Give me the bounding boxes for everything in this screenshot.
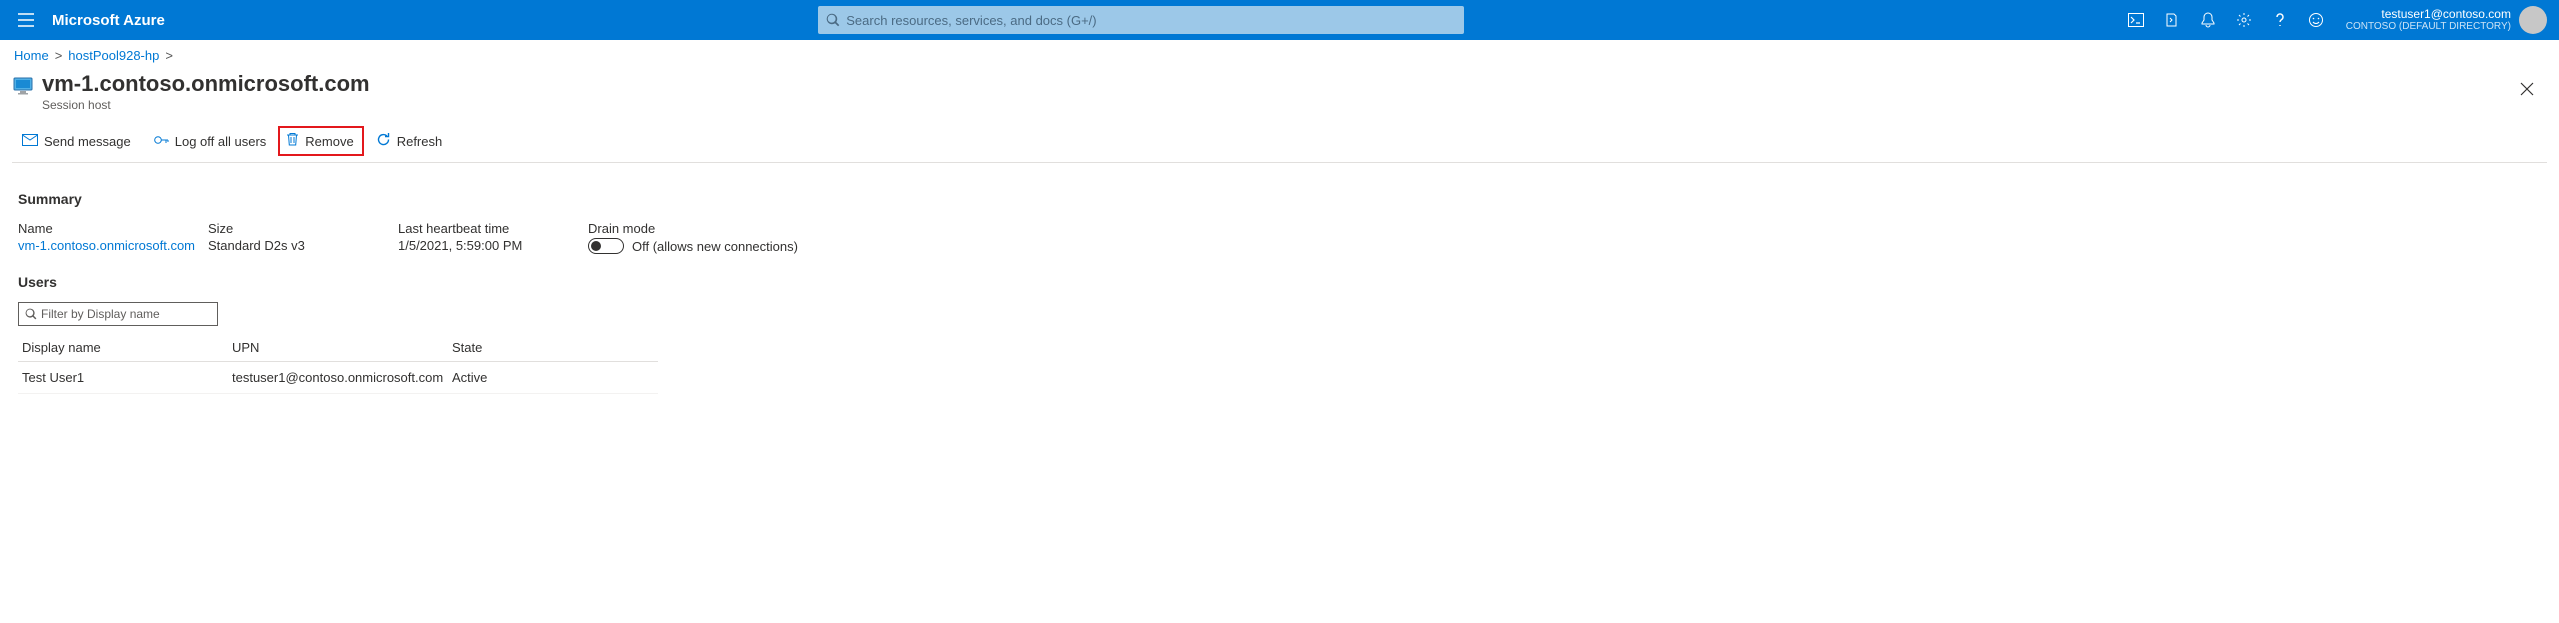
remove-button[interactable]: Remove [278, 126, 363, 156]
summary-size-value: Standard D2s v3 [208, 238, 398, 253]
page-subtitle: Session host [42, 98, 370, 112]
user-directory: CONTOSO (DEFAULT DIRECTORY) [2346, 21, 2511, 33]
summary-drain-label: Drain mode [588, 221, 848, 236]
breadcrumb-sep: > [165, 48, 173, 63]
summary-heartbeat-label: Last heartbeat time [398, 221, 588, 236]
summary-name: Name vm-1.contoso.onmicrosoft.com [18, 221, 208, 254]
summary-size: Size Standard D2s v3 [208, 221, 398, 254]
header-right: testuser1@contoso.com CONTOSO (DEFAULT D… [2118, 0, 2551, 40]
summary-name-label: Name [18, 221, 208, 236]
summary-drain: Drain mode Off (allows new connections) [588, 221, 848, 254]
table-row[interactable]: Test User1 testuser1@contoso.onmicrosoft… [18, 362, 658, 394]
cell-state: Active [448, 362, 658, 394]
cell-display-name: Test User1 [18, 362, 228, 394]
send-message-label: Send message [44, 134, 131, 149]
user-block[interactable]: testuser1@contoso.com CONTOSO (DEFAULT D… [2334, 7, 2519, 33]
title-text: vm-1.contoso.onmicrosoft.com Session hos… [42, 71, 370, 112]
summary-name-value[interactable]: vm-1.contoso.onmicrosoft.com [18, 238, 208, 253]
menu-icon[interactable] [8, 0, 44, 40]
search-container [818, 6, 1464, 34]
breadcrumb-sep: > [55, 48, 63, 63]
log-off-button[interactable]: Log off all users [143, 127, 277, 156]
content: Summary Name vm-1.contoso.onmicrosoft.co… [0, 163, 2559, 412]
users-heading: Users [18, 274, 2541, 290]
trash-icon [286, 132, 299, 150]
summary-heartbeat-value: 1/5/2021, 5:59:00 PM [398, 238, 588, 253]
page-title: vm-1.contoso.onmicrosoft.com [42, 71, 370, 97]
notifications-icon[interactable] [2190, 0, 2226, 40]
remove-label: Remove [305, 134, 353, 149]
search-input[interactable] [846, 13, 1456, 28]
feedback-icon[interactable] [2298, 0, 2334, 40]
summary-grid: Name vm-1.contoso.onmicrosoft.com Size S… [18, 221, 2541, 254]
refresh-button[interactable]: Refresh [366, 126, 453, 156]
summary-heading: Summary [18, 191, 2541, 207]
mail-icon [22, 134, 38, 149]
users-table: Display name UPN State Test User1 testus… [18, 334, 658, 394]
filter-input[interactable] [41, 307, 211, 321]
brand-label[interactable]: Microsoft Azure [52, 12, 165, 29]
summary-size-label: Size [208, 221, 398, 236]
summary-drain-value: Off (allows new connections) [632, 239, 798, 254]
help-icon[interactable] [2262, 0, 2298, 40]
close-button[interactable] [2509, 71, 2545, 107]
directories-icon[interactable] [2154, 0, 2190, 40]
breadcrumb: Home > hostPool928-hp > [0, 40, 2559, 65]
breadcrumb-parent[interactable]: hostPool928-hp [68, 48, 159, 63]
send-message-button[interactable]: Send message [12, 128, 141, 155]
drain-toggle[interactable] [588, 238, 624, 254]
cloud-shell-icon[interactable] [2118, 0, 2154, 40]
refresh-icon [376, 132, 391, 150]
summary-heartbeat: Last heartbeat time 1/5/2021, 5:59:00 PM [398, 221, 588, 254]
breadcrumb-home[interactable]: Home [14, 48, 49, 63]
avatar[interactable] [2519, 6, 2547, 34]
filter-box[interactable] [18, 302, 218, 326]
settings-icon[interactable] [2226, 0, 2262, 40]
col-state[interactable]: State [448, 334, 658, 362]
col-display-name[interactable]: Display name [18, 334, 228, 362]
refresh-label: Refresh [397, 134, 443, 149]
users-header-row: Display name UPN State [18, 334, 658, 362]
title-row: vm-1.contoso.onmicrosoft.com Session hos… [0, 65, 2559, 112]
search-box[interactable] [818, 6, 1464, 34]
key-icon [153, 133, 169, 150]
command-bar: Send message Log off all users Remove Re… [0, 112, 2559, 162]
log-off-label: Log off all users [175, 134, 267, 149]
vm-icon [12, 75, 34, 97]
cell-upn: testuser1@contoso.onmicrosoft.com [228, 362, 448, 394]
user-email: testuser1@contoso.com [2346, 7, 2511, 21]
top-header: Microsoft Azure testuser1@contoso.com CO… [0, 0, 2559, 40]
col-upn[interactable]: UPN [228, 334, 448, 362]
